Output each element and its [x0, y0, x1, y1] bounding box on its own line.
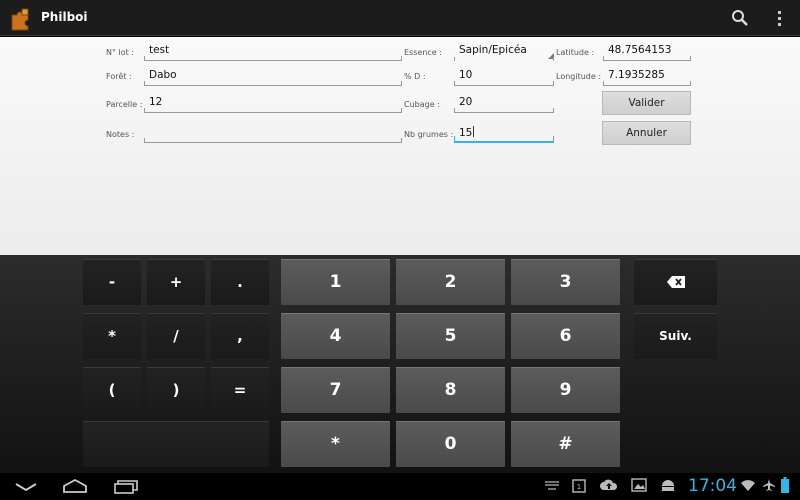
action-bar: Philboi: [0, 0, 800, 36]
keyboard-icon[interactable]: [544, 481, 560, 491]
grumes-label: Nb grumes :: [404, 130, 454, 139]
back-icon[interactable]: [14, 479, 38, 493]
pd-value: 10: [459, 69, 473, 81]
home-icon[interactable]: [62, 478, 88, 494]
key-next[interactable]: Suiv.: [634, 313, 717, 359]
notes-field[interactable]: [144, 123, 402, 143]
overflow-menu-icon[interactable]: [770, 6, 790, 30]
parcelle-label: Parcelle :: [106, 100, 143, 109]
puzzle-icon[interactable]: [9, 6, 35, 32]
system-bar: 1 17:04: [0, 473, 800, 500]
key-multiply[interactable]: *: [83, 313, 141, 359]
key-9[interactable]: 9: [511, 367, 620, 413]
key-open-paren[interactable]: (: [83, 367, 141, 413]
cubage-value: 20: [459, 96, 473, 108]
upload-icon: [600, 479, 618, 490]
pd-field[interactable]: 10: [454, 66, 554, 86]
grumes-field[interactable]: 15: [454, 123, 554, 143]
form-area: N° lot : test Forêt : Dabo Parcelle : 12…: [0, 37, 800, 255]
parcelle-value: 12: [149, 96, 163, 108]
cubage-label: Cubage :: [404, 100, 440, 109]
key-close-paren[interactable]: ): [147, 367, 205, 413]
notes-label: Notes :: [106, 130, 135, 139]
latitude-value: 48.7564153: [608, 44, 672, 56]
key-3[interactable]: 3: [511, 259, 620, 305]
cubage-field[interactable]: 20: [454, 93, 554, 113]
essence-label: Essence :: [404, 48, 442, 57]
key-equals[interactable]: =: [211, 367, 269, 413]
gallery-icon: [631, 478, 647, 492]
longitude-field[interactable]: 7.1935285: [603, 66, 691, 86]
essence-spinner[interactable]: Sapin/Epicéa: [454, 41, 554, 61]
wifi-icon: [741, 480, 755, 491]
grumes-value: 15: [459, 127, 473, 139]
key-7[interactable]: 7: [281, 367, 390, 413]
key-backspace[interactable]: [634, 259, 717, 305]
key-plus[interactable]: +: [147, 259, 205, 305]
battery-icon: [781, 477, 789, 493]
lot-field[interactable]: test: [144, 41, 402, 61]
svg-text:1: 1: [577, 483, 581, 491]
app-title: Philboi: [41, 10, 88, 24]
latitude-field[interactable]: 48.7564153: [603, 41, 691, 61]
backspace-icon: [666, 276, 685, 288]
key-6[interactable]: 6: [511, 313, 620, 359]
numeric-keyboard: - + . * / , ( ) = 1 2 3 4 5 6 7 8 9 * 0 …: [0, 255, 800, 473]
pd-label: % D :: [404, 72, 426, 81]
recent-apps-icon[interactable]: [113, 478, 139, 494]
key-5[interactable]: 5: [396, 313, 505, 359]
key-dot[interactable]: .: [211, 259, 269, 305]
key-divide[interactable]: /: [147, 313, 205, 359]
android-icon: [662, 480, 674, 491]
key-hash[interactable]: #: [511, 421, 620, 467]
key-star[interactable]: *: [281, 421, 390, 467]
clock[interactable]: 17:04: [688, 476, 737, 496]
latitude-label: Latitude :: [556, 48, 595, 57]
essence-value: Sapin/Epicéa: [459, 44, 527, 56]
key-comma[interactable]: ,: [211, 313, 269, 359]
airplane-icon: [763, 479, 775, 491]
search-icon[interactable]: [726, 6, 754, 30]
parcelle-field[interactable]: 12: [144, 93, 402, 113]
key-space[interactable]: [83, 421, 269, 467]
text-cursor: [473, 126, 475, 137]
screenshot-icon: 1: [572, 479, 586, 493]
key-0[interactable]: 0: [396, 421, 505, 467]
key-4[interactable]: 4: [281, 313, 390, 359]
longitude-value: 7.1935285: [608, 69, 665, 81]
key-1[interactable]: 1: [281, 259, 390, 305]
foret-label: Forêt :: [106, 72, 132, 81]
valider-button[interactable]: Valider: [602, 91, 691, 115]
annuler-button[interactable]: Annuler: [602, 121, 691, 145]
longitude-label: Longitude :: [556, 72, 602, 81]
lot-value: test: [149, 44, 170, 56]
key-8[interactable]: 8: [396, 367, 505, 413]
spinner-arrow-icon: [548, 53, 554, 59]
key-2[interactable]: 2: [396, 259, 505, 305]
foret-field[interactable]: Dabo: [144, 66, 402, 86]
foret-value: Dabo: [149, 69, 177, 81]
key-minus[interactable]: -: [83, 259, 141, 305]
lot-label: N° lot :: [106, 48, 135, 57]
